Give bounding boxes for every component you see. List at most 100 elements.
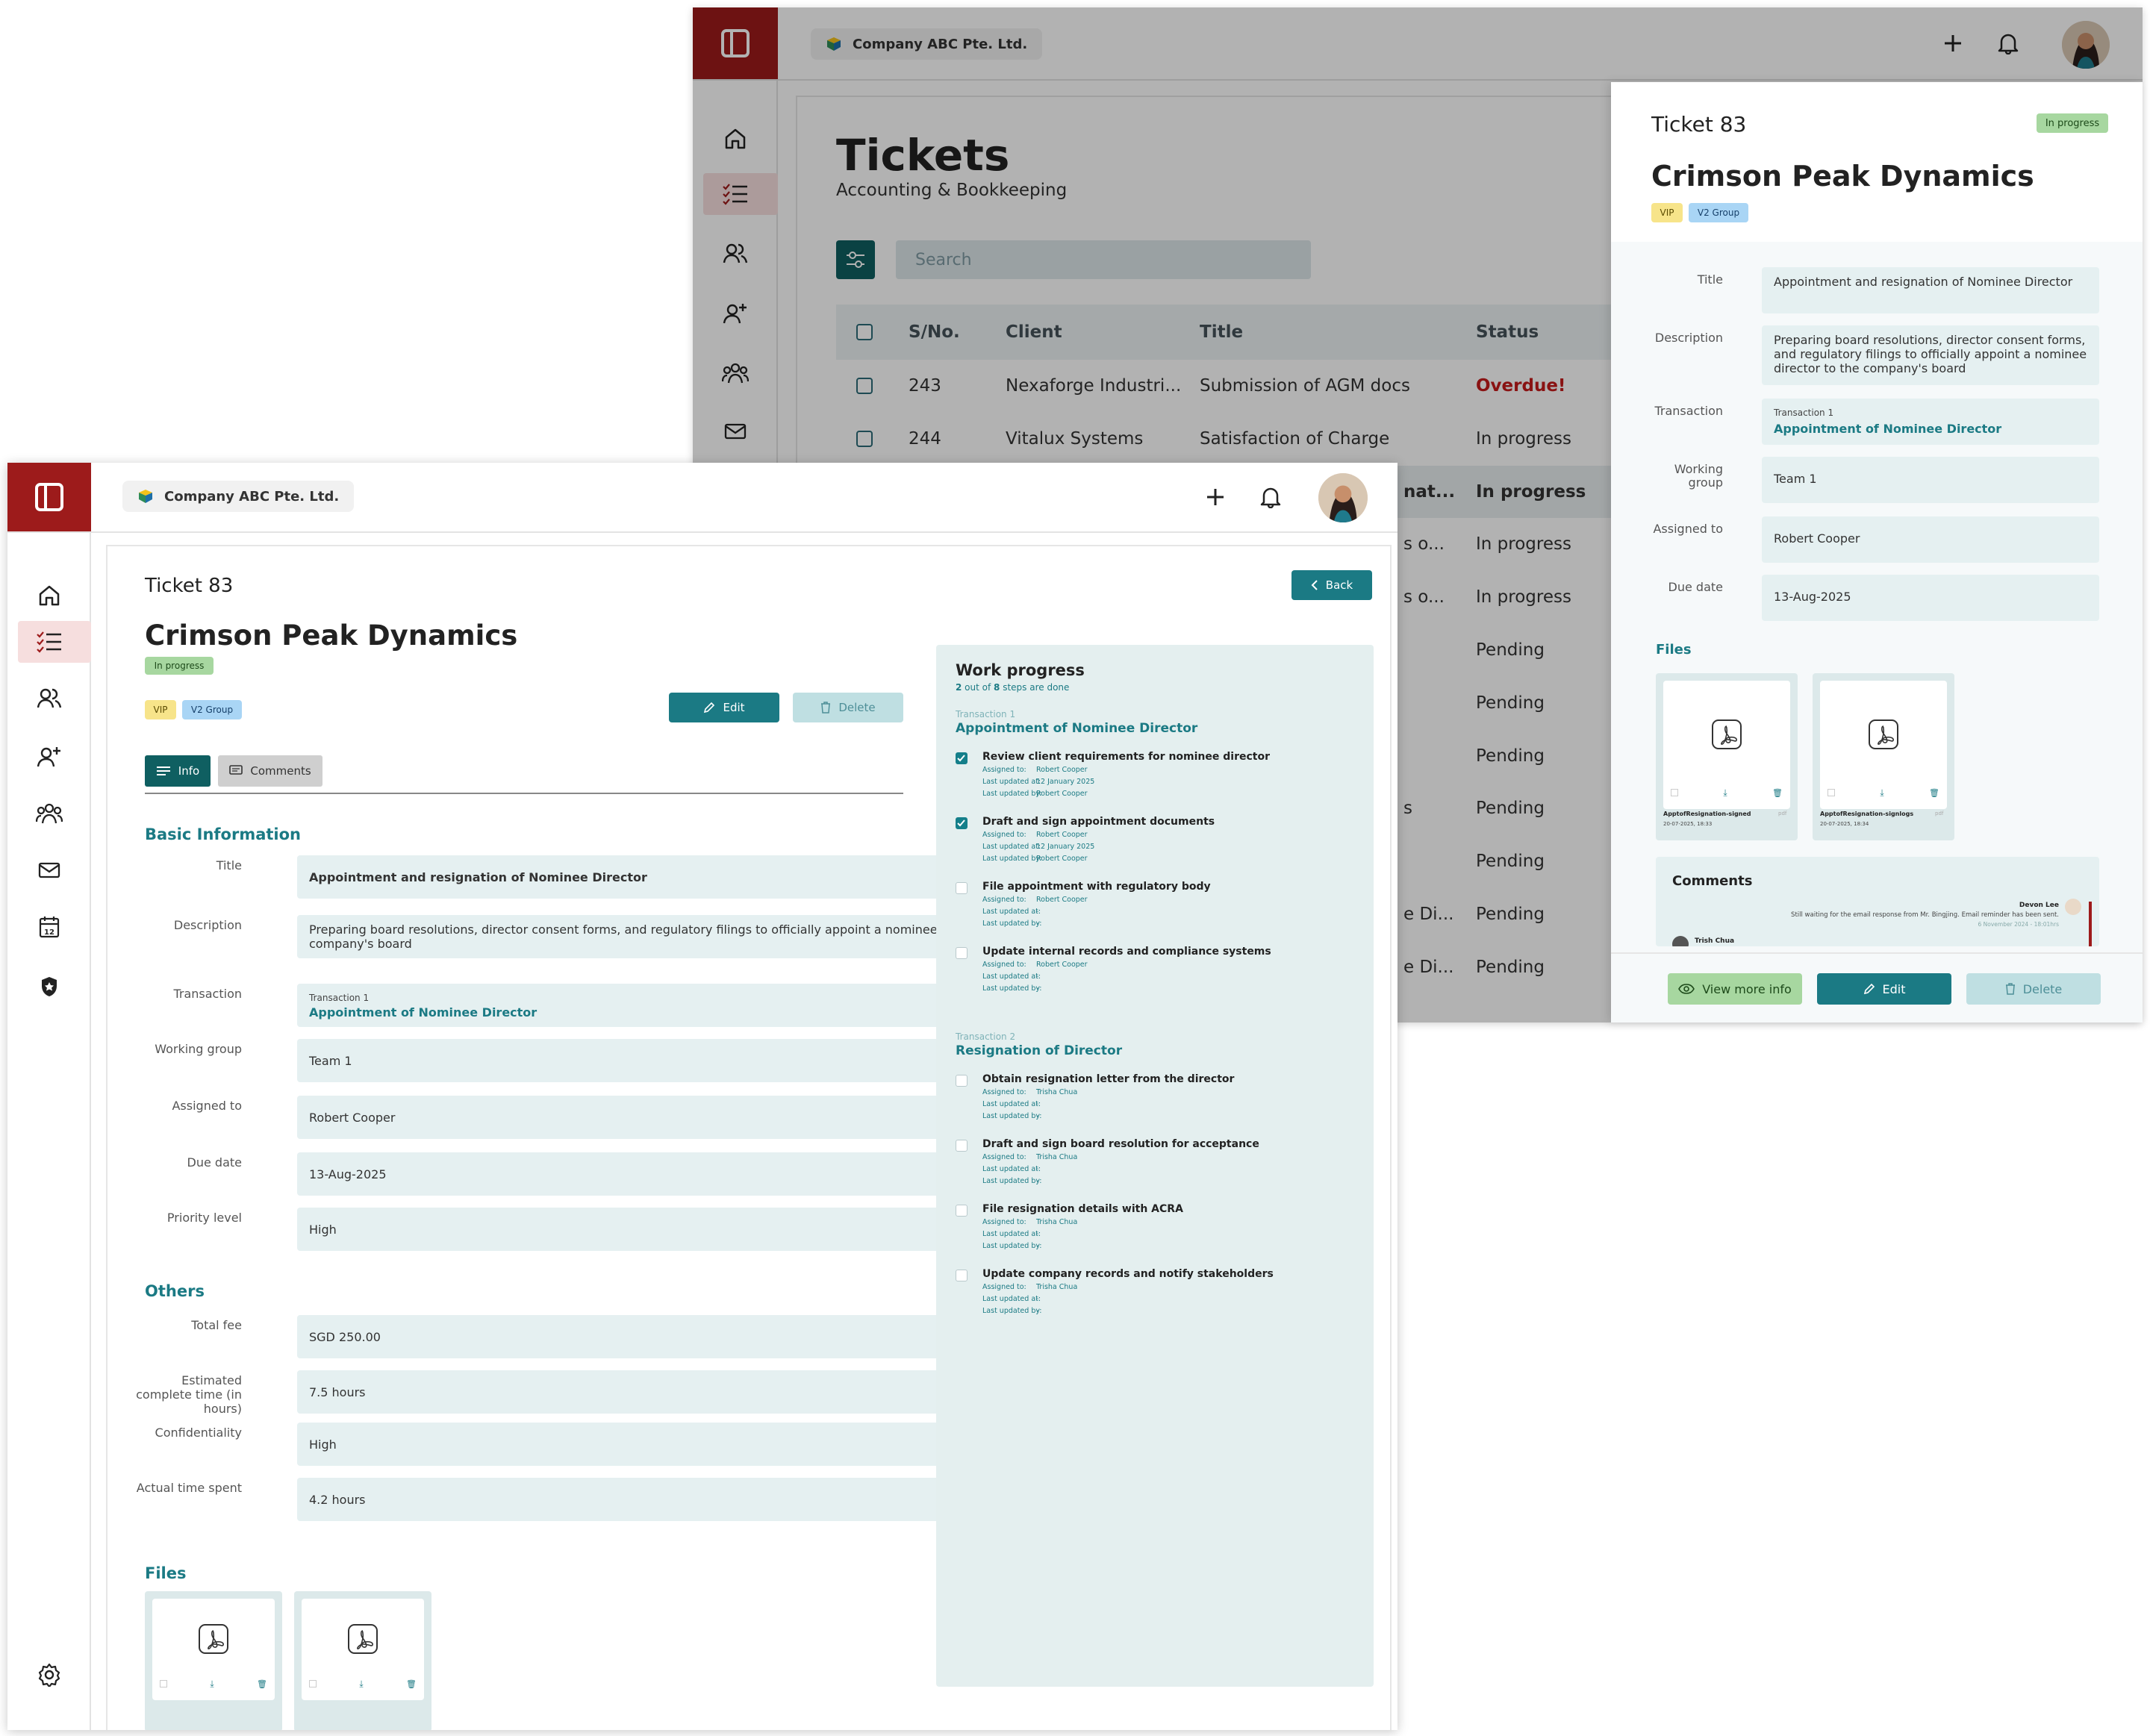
settings-icon[interactable] xyxy=(33,1658,66,1691)
step-meta-value: Robert Cooper xyxy=(1036,855,1088,863)
eye-icon xyxy=(1678,984,1695,994)
download-icon[interactable]: ⤓ xyxy=(1880,787,1883,799)
field-text: 13-Aug-2025 xyxy=(309,1167,387,1181)
panel-edit-button[interactable]: Edit xyxy=(1817,973,1951,1005)
download-icon[interactable]: ⤓ xyxy=(210,1679,214,1690)
mail-icon[interactable] xyxy=(33,854,66,887)
file-select-checkbox[interactable] xyxy=(160,1680,167,1687)
step-meta-value: - xyxy=(1036,972,1039,981)
calendar-icon[interactable]: 12 xyxy=(33,911,66,943)
file-select-checkbox[interactable] xyxy=(1828,789,1835,796)
edit-label: Edit xyxy=(723,701,745,714)
basic-info-heading: Basic Information xyxy=(145,825,301,843)
step-checkbox[interactable] xyxy=(956,1075,968,1087)
front-notifications-button[interactable] xyxy=(1254,481,1287,513)
steps-done-suffix: steps are done xyxy=(1000,682,1070,693)
panel-field-value: Team 1 xyxy=(1762,457,2099,503)
company-cube-icon xyxy=(137,488,154,505)
sidebar-icon xyxy=(35,483,63,511)
step-checkbox[interactable] xyxy=(956,1270,968,1281)
step-title: Update internal records and compliance s… xyxy=(982,946,1271,958)
file-card[interactable]: ⤓ 🗑 xyxy=(294,1591,431,1730)
panel-field-label: Description xyxy=(1654,331,1723,345)
step-meta-value: - xyxy=(1036,1295,1039,1303)
checklist-icon xyxy=(33,625,66,658)
panel-ticket-number: Ticket 83 xyxy=(1651,112,1747,137)
field-text: Preparing board resolutions, director co… xyxy=(309,922,1027,951)
panel-field-label: Due date xyxy=(1668,580,1723,594)
status-badge: In progress xyxy=(145,657,214,675)
tab-comments[interactable]: Comments xyxy=(218,755,322,787)
add-user-icon[interactable] xyxy=(33,740,66,773)
step-checkbox[interactable] xyxy=(956,1140,968,1152)
team-icon[interactable] xyxy=(33,797,66,830)
step-meta-value: - xyxy=(1036,1112,1039,1120)
download-icon[interactable]: ⤓ xyxy=(1723,787,1727,799)
transaction-name: Appointment of Nominee Director xyxy=(956,721,1198,736)
file-select-checkbox[interactable] xyxy=(1671,789,1678,796)
comment-avatar xyxy=(2065,899,2081,915)
file-ext: pdf xyxy=(1778,811,1787,817)
transaction-label: Transaction 1 xyxy=(309,993,370,1003)
step-meta-label: Assigned to: xyxy=(982,766,1026,774)
front-company-selector[interactable]: Company ABC Pte. Ltd. xyxy=(122,481,355,512)
work-progress-panel: Work progress 2 out of 8 steps are done … xyxy=(936,645,1374,1687)
file-card[interactable]: ⤓ 🗑 ApptofResignation-signlogs 20-07-2025, … xyxy=(1813,673,1954,840)
step-checkbox[interactable] xyxy=(956,1205,968,1217)
step-meta-value: - xyxy=(1036,1230,1039,1238)
panel-field-value: 13-Aug-2025 xyxy=(1762,575,2099,621)
pdf-icon xyxy=(1710,718,1743,751)
download-icon[interactable]: ⤓ xyxy=(359,1679,363,1690)
step-title: Draft and sign appointment documents xyxy=(982,816,1215,828)
file-name: ApptofResignation-signed xyxy=(1663,811,1751,817)
panel-field-value: Robert Cooper xyxy=(1762,516,2099,563)
chevron-left-icon xyxy=(1311,580,1318,590)
step-meta-value: 12 January 2025 xyxy=(1036,778,1095,786)
front-sidebar-toggle-button[interactable] xyxy=(7,463,91,531)
back-label: Back xyxy=(1325,578,1353,592)
panel-transaction-name: Appointment of Nominee Director xyxy=(1774,422,2002,436)
step-meta-value: 12 January 2025 xyxy=(1036,843,1095,851)
shield-icon[interactable] xyxy=(33,970,66,1003)
field-label: Priority level xyxy=(166,1211,242,1225)
step-meta-label: Assigned to: xyxy=(982,1153,1026,1161)
front-add-button[interactable] xyxy=(1199,481,1232,513)
nav-home[interactable] xyxy=(33,579,66,612)
field-label: Total fee xyxy=(191,1318,242,1332)
back-button[interactable]: Back xyxy=(1291,570,1372,600)
panel-field-text: Appointment and resignation of Nominee D… xyxy=(1774,275,2073,289)
clients-icon[interactable] xyxy=(33,682,66,715)
panel-field-label: Transaction xyxy=(1654,404,1723,418)
file-card[interactable]: ⤓ 🗑 xyxy=(145,1591,282,1730)
trash-icon[interactable]: 🗑 xyxy=(1772,788,1783,798)
step-meta-label: Last updated at: xyxy=(982,843,1041,851)
step-checkbox[interactable] xyxy=(956,947,968,959)
step-meta-value: - xyxy=(1036,908,1039,916)
tag-vip: VIP xyxy=(1651,203,1683,222)
file-select-checkbox[interactable] xyxy=(309,1680,317,1687)
pdf-icon xyxy=(1867,718,1900,751)
panel-field-label: Working group xyxy=(1674,462,1723,490)
tab-info[interactable]: Info xyxy=(145,755,211,787)
step-meta-value: Trisha Chua xyxy=(1036,1283,1078,1291)
step-checkbox[interactable] xyxy=(956,752,968,764)
front-user-avatar[interactable] xyxy=(1318,473,1368,522)
step-meta-value: - xyxy=(1036,1307,1039,1315)
panel-edit-label: Edit xyxy=(1882,981,1906,996)
trash-icon[interactable]: 🗑 xyxy=(406,1679,417,1689)
panel-delete-button[interactable]: Delete xyxy=(1966,973,2101,1005)
file-name: ApptofResignation-signlogs xyxy=(1820,811,1914,817)
step-checkbox[interactable] xyxy=(956,882,968,894)
view-more-info-button[interactable]: View more info xyxy=(1668,973,1802,1005)
field-label: Working group xyxy=(155,1042,242,1056)
file-card[interactable]: ⤓ 🗑 ApptofResignation-signed 20-07-2025, 18… xyxy=(1656,673,1798,840)
step-title: File resignation details with ACRA xyxy=(982,1203,1183,1215)
comment2-author: Trish Chua xyxy=(1695,937,1735,945)
step-checkbox[interactable] xyxy=(956,817,968,829)
delete-button[interactable]: Delete xyxy=(793,693,903,722)
edit-button[interactable]: Edit xyxy=(669,693,779,722)
trash-icon[interactable]: 🗑 xyxy=(257,1679,267,1689)
others-heading: Others xyxy=(145,1282,205,1300)
trash-icon[interactable]: 🗑 xyxy=(1929,788,1939,798)
client-name: Crimson Peak Dynamics xyxy=(145,619,518,652)
